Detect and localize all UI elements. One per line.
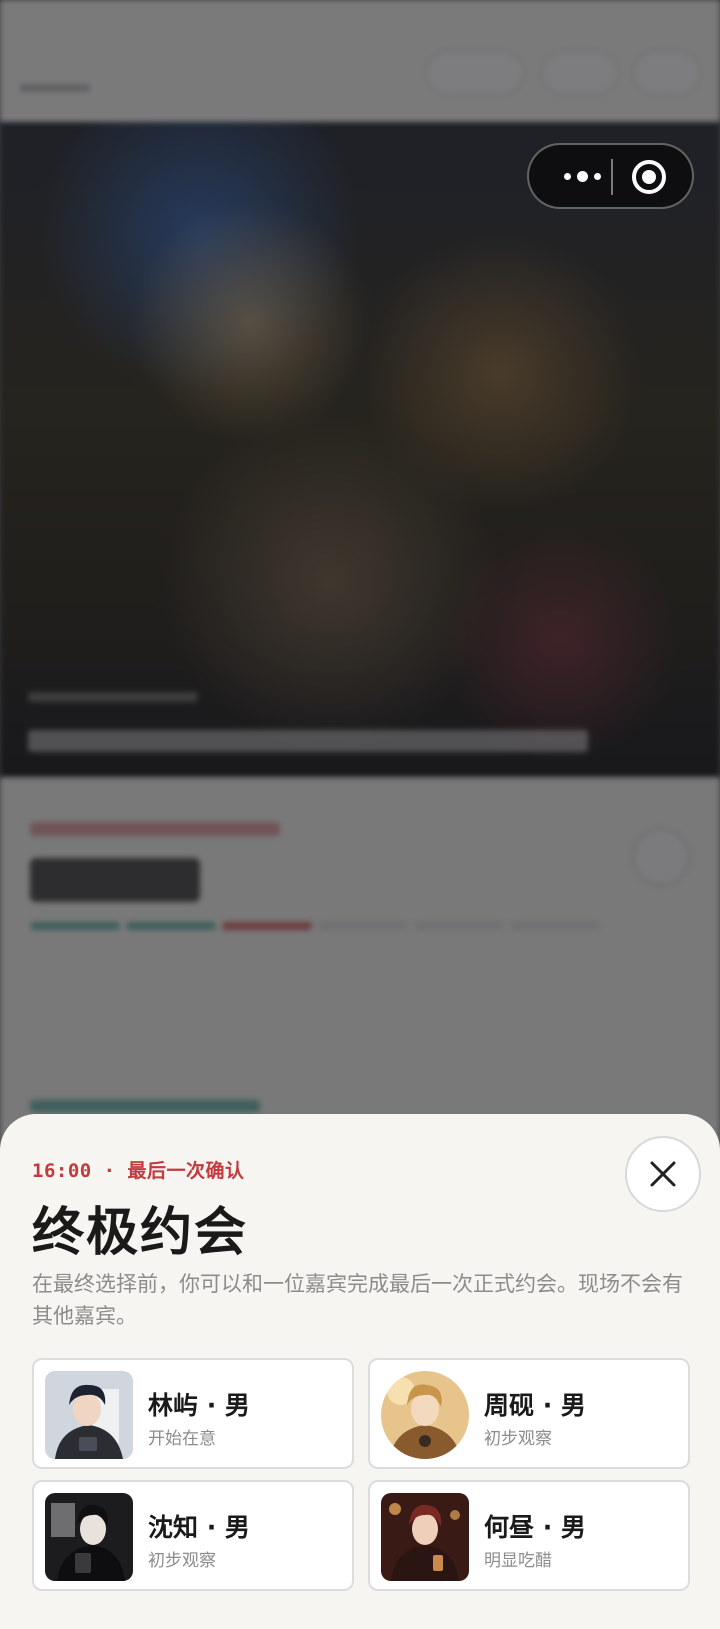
more-dots-icon[interactable] [549,145,615,207]
close-icon [650,1161,676,1187]
close-button[interactable] [625,1136,701,1212]
capsule-divider [611,159,613,195]
guest-status: 初步观察 [148,1551,216,1571]
target-close-icon[interactable] [629,157,669,197]
guest-name: 沈知 · 男 [148,1513,250,1542]
guest-name: 何昼 · 男 [484,1513,586,1542]
sheet-description: 在最终选择前，你可以和一位嘉宾完成最后一次正式约会。现场不会有其他嘉宾。 [32,1272,683,1328]
sheet-kicker: 16:00 · 最后一次确认 [32,1160,245,1182]
guest-card[interactable]: 何昼 · 男 明显吃醋 [368,1480,690,1591]
sheet-title: 终极约会 [32,1203,249,1263]
guest-name: 林屿 · 男 [148,1391,250,1420]
guest-card[interactable]: 周砚 · 男 初步观察 [368,1358,690,1469]
guest-status: 明显吃醋 [484,1551,552,1571]
guest-card[interactable]: 林屿 · 男 开始在意 [32,1358,354,1469]
guest-name: 周砚 · 男 [484,1391,586,1420]
guest-avatar [381,1493,469,1581]
guest-status: 初步观察 [484,1429,552,1449]
guest-card[interactable]: 沈知 · 男 初步观察 [32,1480,354,1591]
guest-avatar [381,1371,469,1459]
capsule-menu [527,143,694,209]
guest-avatar [45,1493,133,1581]
date-selection-sheet: 16:00 · 最后一次确认 终极约会 在最终选择前，你可以和一位嘉宾完成最后一… [0,1114,720,1629]
guest-avatar [45,1371,133,1459]
guest-status: 开始在意 [148,1429,216,1449]
